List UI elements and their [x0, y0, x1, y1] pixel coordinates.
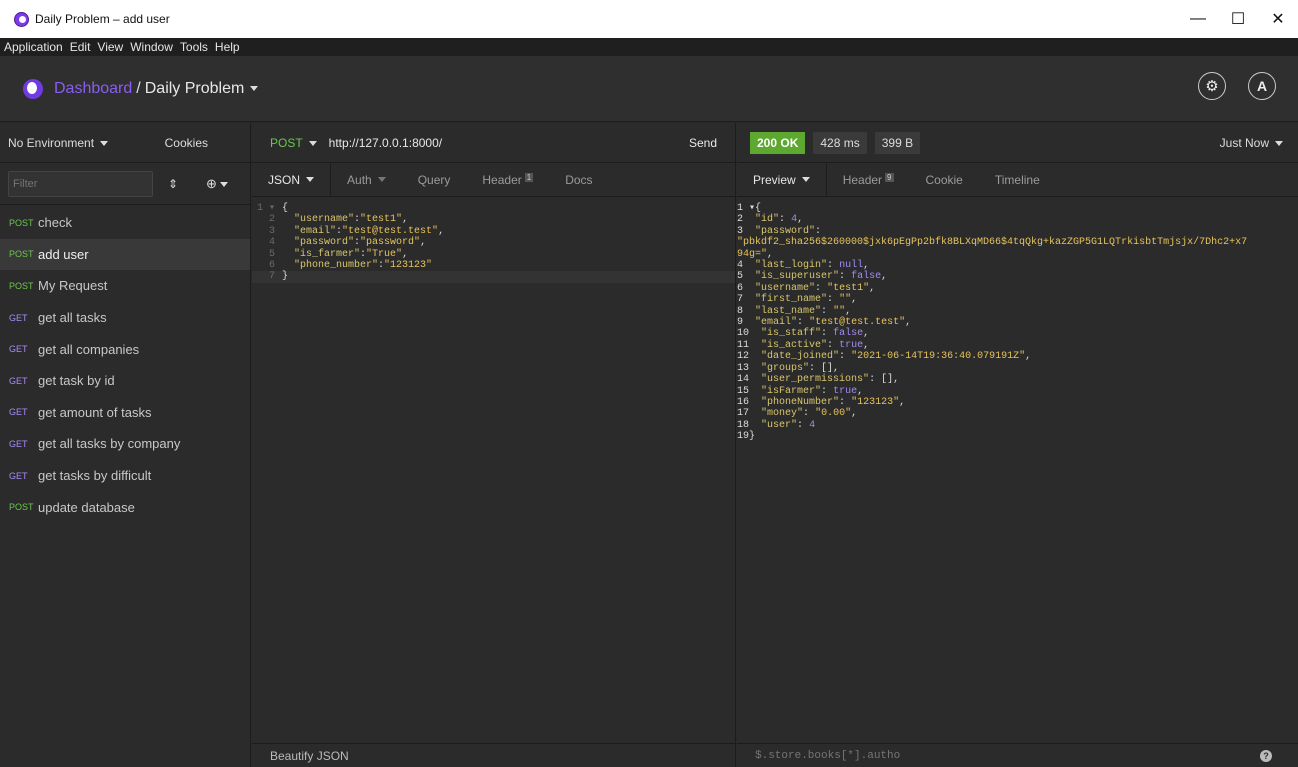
- sidebar-request-get-tasks-by-difficult[interactable]: GET get tasks by difficult: [0, 460, 250, 492]
- response-filter-input[interactable]: [755, 749, 901, 762]
- settings-gear-icon[interactable]: ⚙: [1198, 72, 1226, 100]
- help-icon[interactable]: ?: [1260, 750, 1272, 762]
- chevron-down-icon: [377, 177, 386, 182]
- method-badge: GET: [9, 312, 28, 323]
- menu-bar: Application Edit View Window Tools Help: [0, 38, 1298, 56]
- request-label: get amount of tasks: [38, 404, 152, 420]
- sidebar-request-check[interactable]: POST check: [0, 207, 250, 239]
- method-badge: GET: [9, 375, 28, 386]
- close-button[interactable]: ✕: [1258, 0, 1298, 38]
- menu-view[interactable]: View: [97, 40, 123, 54]
- tab-label: Header: [842, 172, 883, 187]
- environment-label: No Environment: [8, 135, 95, 150]
- menu-window[interactable]: Window: [130, 40, 173, 54]
- maximize-button[interactable]: ☐: [1218, 0, 1258, 38]
- method-badge: GET: [9, 407, 28, 418]
- workspace-dropdown[interactable]: Daily Problem: [145, 80, 245, 97]
- request-body-editor[interactable]: 1 ▾{ 2 "username":"test1", 3 "email":"te…: [252, 197, 735, 283]
- history-dropdown[interactable]: Just Now: [1220, 136, 1283, 150]
- request-label: get all tasks: [38, 310, 107, 326]
- request-label: check: [38, 215, 72, 231]
- tab-cookie[interactable]: Cookie: [910, 163, 979, 197]
- tab-label: Header: [482, 172, 522, 187]
- beautify-label: Beautify JSON: [270, 748, 349, 763]
- add-request-icon[interactable]: ⊕: [206, 176, 228, 192]
- sidebar: No Environment Cookies ⇕ ⊕ POST check POS…: [0, 123, 251, 767]
- response-pane: 200 OK 428 ms 399 B Just Now Preview Hea…: [737, 123, 1298, 767]
- history-label: Just Now: [1219, 135, 1269, 150]
- response-body-viewer: 1 ▾{ 2 "id": 4, 3 "password": "pbkdf2_sh…: [737, 203, 1248, 443]
- tab-header[interactable]: Header 1: [466, 163, 549, 197]
- chevron-down-icon[interactable]: [250, 85, 259, 91]
- status-badge: 200 OK: [750, 131, 806, 154]
- sidebar-request-update-database[interactable]: POST update database: [0, 491, 250, 523]
- chevron-down-icon: [306, 177, 315, 182]
- method-badge: GET: [9, 438, 28, 449]
- account-icon[interactable]: A: [1248, 72, 1276, 100]
- window-titlebar: Daily Problem – add user — ☐ ✕: [0, 0, 1298, 38]
- sidebar-request-get-all-companies[interactable]: GET get all companies: [0, 333, 250, 365]
- request-label: update database: [38, 499, 135, 515]
- sidebar-request-add-user[interactable]: POST add user: [0, 238, 250, 271]
- cookies-button[interactable]: Cookies: [165, 136, 208, 150]
- tab-docs[interactable]: Docs: [549, 163, 608, 197]
- method-badge: POST: [9, 249, 34, 260]
- method-badge: POST: [9, 217, 34, 228]
- chevron-down-icon: [1275, 140, 1283, 146]
- tab-json-body[interactable]: JSON: [252, 162, 332, 197]
- sidebar-filter-input[interactable]: [8, 170, 153, 197]
- request-label: get tasks by difficult: [38, 468, 152, 484]
- request-pane: POST http://127.0.0.1:8000/ Send JSON Au…: [252, 123, 736, 767]
- sidebar-request-get-all-tasks[interactable]: GET get all tasks: [0, 302, 250, 334]
- sidebar-request-get-task-by-id[interactable]: GET get task by id: [0, 365, 250, 397]
- header-count-badge: 9: [885, 172, 894, 182]
- breadcrumb: Dashboard / Daily Problem: [54, 79, 259, 98]
- chevron-down-icon: [308, 140, 317, 146]
- beautify-json-button[interactable]: Beautify JSON: [252, 743, 735, 767]
- tab-timeline[interactable]: Timeline: [979, 163, 1056, 197]
- window-title: Daily Problem – add user: [35, 12, 170, 26]
- app-logo-icon: [14, 11, 29, 27]
- tab-response-header[interactable]: Header 9: [827, 163, 910, 197]
- request-label: get all tasks by company: [38, 436, 181, 452]
- breadcrumb-separator: /: [136, 79, 141, 97]
- url-input[interactable]: http://127.0.0.1:8000/: [329, 136, 442, 150]
- request-label: get task by id: [38, 373, 115, 389]
- tab-preview[interactable]: Preview: [737, 162, 827, 197]
- minimize-button[interactable]: —: [1178, 0, 1218, 38]
- request-label: get all companies: [38, 341, 140, 357]
- method-label: POST: [270, 135, 303, 150]
- menu-tools[interactable]: Tools: [180, 40, 208, 54]
- sort-icon[interactable]: ⇕: [166, 177, 180, 191]
- chevron-down-icon: [100, 140, 109, 146]
- menu-edit[interactable]: Edit: [70, 40, 91, 54]
- environment-dropdown[interactable]: No Environment: [8, 135, 109, 150]
- response-time-badge: 428 ms: [813, 131, 867, 154]
- menu-help[interactable]: Help: [215, 40, 240, 54]
- response-filter-bar: ?: [737, 743, 1298, 767]
- method-badge: GET: [9, 470, 28, 481]
- insomnia-logo-icon: [23, 78, 43, 99]
- breadcrumb-dashboard[interactable]: Dashboard: [54, 80, 132, 97]
- tab-label: Auth: [347, 172, 372, 187]
- request-label: My Request: [38, 278, 108, 294]
- method-badge: GET: [9, 344, 28, 355]
- sidebar-request-get-all-tasks-by-company[interactable]: GET get all tasks by company: [0, 428, 250, 460]
- header-count-badge: 1: [524, 172, 534, 182]
- method-badge: POST: [9, 502, 34, 513]
- response-size-badge: 399 B: [874, 131, 921, 154]
- sidebar-request-my-request[interactable]: POST My Request: [0, 270, 250, 302]
- method-badge: POST: [9, 280, 34, 291]
- tab-query[interactable]: Query: [402, 163, 467, 197]
- send-button[interactable]: Send: [689, 136, 717, 150]
- tab-label: Preview: [753, 172, 796, 187]
- chevron-down-icon: [801, 177, 810, 182]
- sidebar-request-get-amount-of-tasks[interactable]: GET get amount of tasks: [0, 397, 250, 429]
- menu-application[interactable]: Application: [4, 40, 63, 54]
- app-header: Dashboard / Daily Problem ⚙ A: [0, 56, 1298, 122]
- tab-auth[interactable]: Auth: [331, 163, 402, 197]
- request-label: add user: [38, 246, 89, 262]
- method-dropdown[interactable]: POST: [270, 136, 317, 150]
- tab-label: JSON: [268, 172, 301, 187]
